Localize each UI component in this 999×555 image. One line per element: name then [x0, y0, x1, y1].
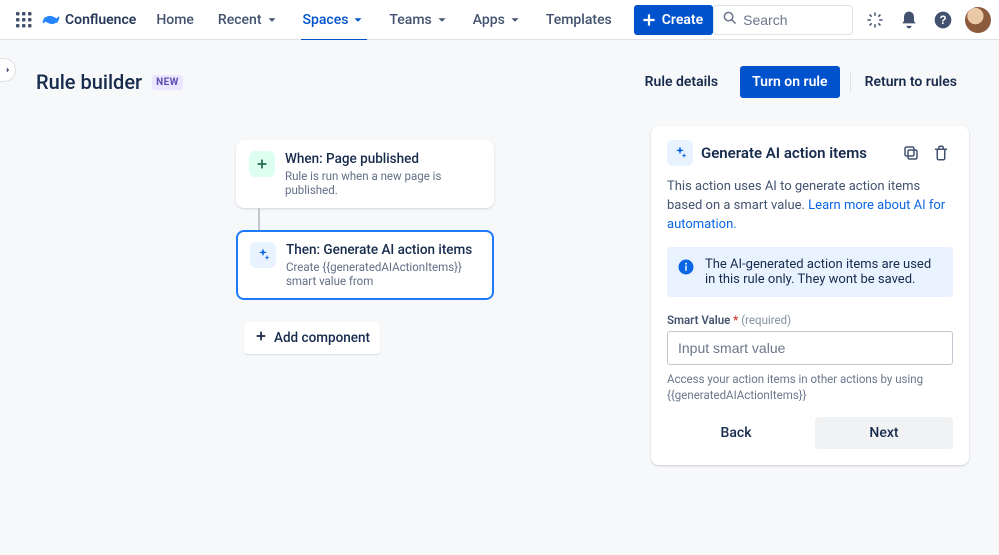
content: Rule builder NEW Rule details Turn on ru…: [0, 40, 999, 546]
turn-on-rule-button[interactable]: Turn on rule: [740, 66, 839, 98]
action-config-panel: Generate AI action items This action use…: [651, 126, 969, 465]
back-button[interactable]: Back: [667, 417, 805, 449]
plus-icon: [254, 329, 268, 347]
trigger-card[interactable]: When: Page published Rule is run when a …: [236, 140, 494, 208]
rule-flow: When: Page published Rule is run when a …: [236, 140, 494, 354]
chevron-down-icon: [265, 13, 279, 27]
return-to-rules-button[interactable]: Return to rules: [853, 66, 969, 98]
app-switcher-icon[interactable]: [12, 8, 36, 32]
nav-item-recent[interactable]: Recent: [208, 0, 289, 40]
add-component-button[interactable]: Add component: [244, 322, 380, 354]
action-title: Then: Generate AI action items: [286, 242, 480, 258]
page-header: Rule builder NEW Rule details Turn on ru…: [36, 66, 969, 98]
panel-description: This action uses AI to generate action i…: [667, 178, 953, 235]
page-actions: Rule details Turn on rule Return to rule…: [633, 66, 969, 98]
svg-text:?: ?: [940, 14, 947, 27]
notifications-icon[interactable]: [897, 8, 921, 32]
search-icon: [722, 10, 737, 29]
info-message: The AI-generated action items are used i…: [667, 247, 953, 297]
help-icon[interactable]: ?: [931, 8, 955, 32]
flow-connector: [258, 208, 260, 230]
delete-icon[interactable]: [929, 141, 953, 165]
field-label: Smart Value * (required): [667, 313, 953, 327]
rule-details-button[interactable]: Rule details: [633, 66, 730, 98]
panel-header: Generate AI action items: [667, 140, 953, 166]
rule-canvas: When: Page published Rule is run when a …: [36, 126, 969, 546]
trigger-title: When: Page published: [285, 151, 481, 167]
nav-item-home[interactable]: Home: [146, 0, 204, 40]
panel-title: Generate AI action items: [701, 144, 867, 162]
nav-item-teams[interactable]: Teams: [379, 0, 458, 40]
discover-icon[interactable]: [863, 8, 887, 32]
chevron-down-icon: [435, 13, 449, 27]
chevron-down-icon: [508, 13, 522, 27]
new-lozenge: NEW: [152, 75, 183, 90]
nav-item-templates[interactable]: Templates: [536, 0, 622, 40]
search-input[interactable]: [743, 12, 844, 28]
info-icon: [677, 258, 695, 276]
product-logo[interactable]: Confluence: [40, 11, 142, 29]
product-name: Confluence: [65, 12, 136, 28]
nav-item-spaces[interactable]: Spaces: [293, 0, 376, 40]
chevron-down-icon: [351, 13, 365, 27]
next-button[interactable]: Next: [815, 417, 953, 449]
plus-icon: [249, 151, 275, 177]
avatar[interactable]: [965, 7, 991, 33]
create-button[interactable]: Create: [634, 5, 713, 35]
ai-sparkle-icon: [250, 242, 276, 268]
action-subtitle: Create {{generatedAIActionItems}} smart …: [286, 260, 480, 288]
panel-actions: [899, 141, 953, 165]
ai-sparkle-icon: [667, 140, 693, 166]
divider: [850, 72, 851, 92]
trigger-subtitle: Rule is run when a new page is published…: [285, 169, 481, 197]
panel-footer: Back Next: [667, 417, 953, 449]
page-title: Rule builder: [36, 70, 142, 94]
field-helper-text: Access your action items in other action…: [667, 371, 953, 403]
nav-right: ?: [713, 5, 991, 35]
action-card-selected[interactable]: Then: Generate AI action items Create {{…: [236, 230, 494, 300]
search-input-wrapper[interactable]: [713, 5, 853, 35]
smart-value-input[interactable]: [667, 331, 953, 365]
global-nav: Confluence Home Recent Spaces Teams Apps…: [0, 0, 999, 40]
page-body: Rule builder NEW Rule details Turn on ru…: [0, 40, 999, 555]
nav-item-apps[interactable]: Apps: [463, 0, 532, 40]
nav-left: Confluence Home Recent Spaces Teams Apps…: [12, 0, 713, 40]
confluence-logo-icon: [42, 11, 60, 29]
duplicate-icon[interactable]: [899, 141, 923, 165]
